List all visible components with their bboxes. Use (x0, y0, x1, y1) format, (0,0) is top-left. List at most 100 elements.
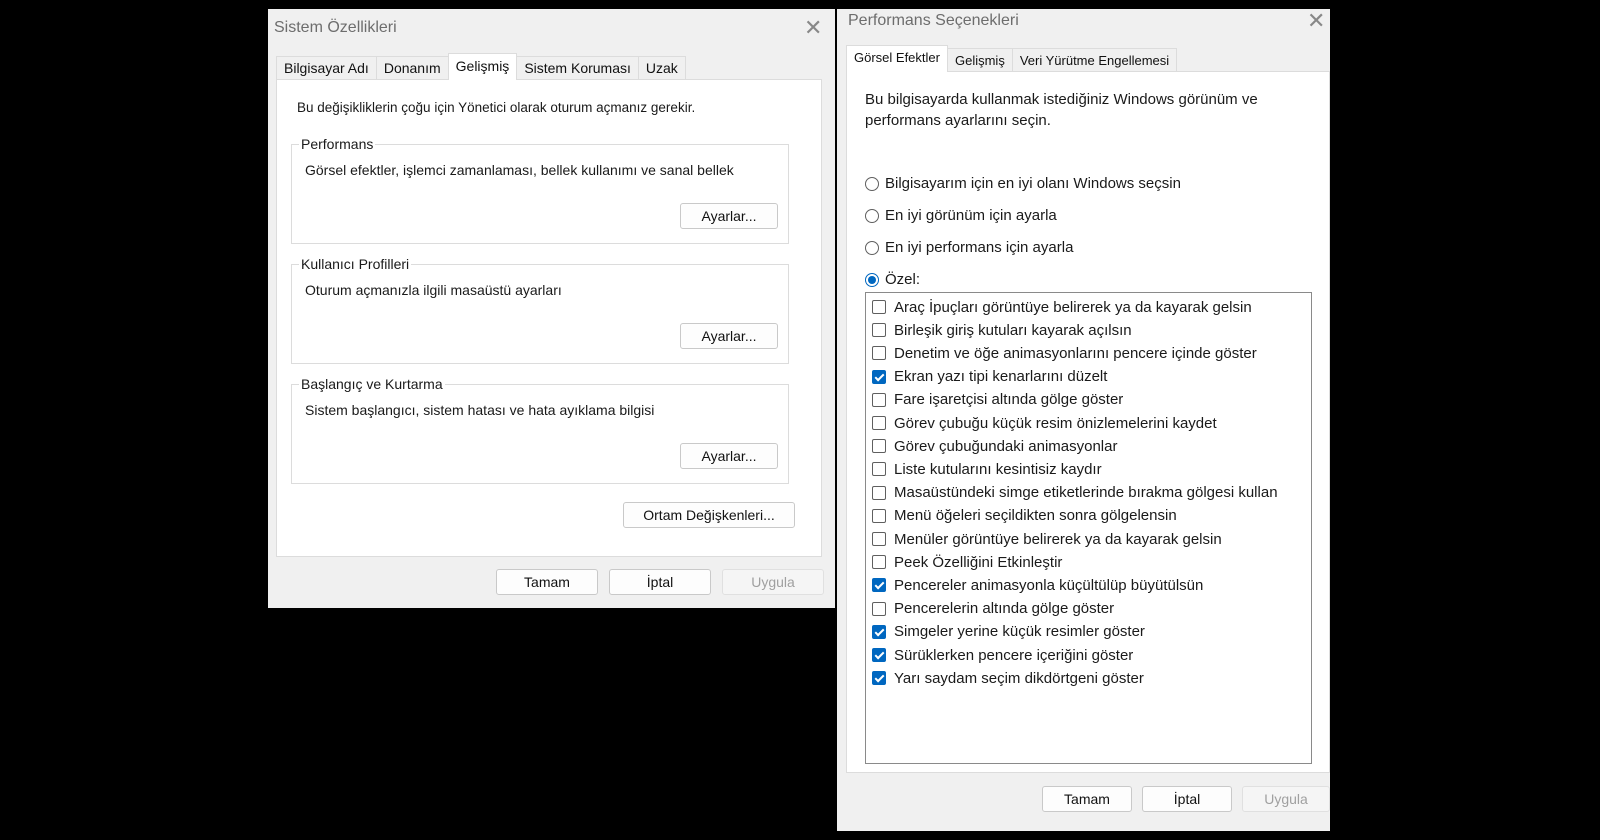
radio-option[interactable]: Bilgisayarım için en iyi olanı Windows s… (865, 175, 1181, 192)
list-item[interactable]: Yarı saydam seçim dikdörtgeni göster (872, 668, 1144, 688)
checkbox-icon[interactable] (872, 416, 886, 430)
startup-recovery-settings-button[interactable]: Ayarlar... (680, 443, 778, 469)
list-item[interactable]: Görev çubuğu küçük resim önizlemelerini … (872, 413, 1217, 433)
intro-text: Bu bilgisayarda kullanmak istediğiniz Wi… (865, 91, 1258, 129)
checkbox-icon[interactable] (872, 369, 886, 384)
list-item[interactable]: Ekran yazı tipi kenarlarını düzelt (872, 367, 1107, 387)
ok-button[interactable]: Tamam (496, 569, 598, 595)
checkbox-icon[interactable] (872, 532, 886, 546)
option-label: Simgeler yerine küçük resimler göster (894, 623, 1145, 641)
list-item[interactable]: Fare işaretçisi altında gölge göster (872, 390, 1123, 410)
cancel-button[interactable]: İptal (609, 569, 711, 595)
checkbox-icon[interactable] (872, 508, 886, 523)
tab-remote[interactable]: Uzak (637, 56, 686, 80)
option-label: Araç İpuçları görüntüye belirerek ya da … (894, 298, 1252, 316)
radio-icon[interactable] (865, 240, 879, 255)
visual-effects-list[interactable]: Araç İpuçları görüntüye belirerek ya da … (865, 292, 1312, 764)
checkbox-icon[interactable] (872, 392, 886, 407)
cancel-button[interactable]: İptal (1142, 786, 1232, 812)
checkbox-icon[interactable] (872, 648, 886, 662)
list-item[interactable]: Menüler görüntüye belirerek ya da kayara… (872, 529, 1222, 549)
window-title: Performans Seçenekleri (848, 12, 1019, 29)
list-item[interactable]: Menü öğeleri seçildikten sonra gölgelens… (872, 506, 1177, 526)
group-label: Kullanıcı Profilleri (299, 256, 412, 272)
performance-settings-button[interactable]: Ayarlar... (680, 203, 778, 229)
option-label: Yarı saydam seçim dikdörtgeni göster (894, 669, 1144, 687)
group-label: Performans (299, 136, 376, 152)
checkbox-icon[interactable] (872, 346, 886, 361)
checkbox-icon[interactable] (872, 485, 886, 500)
checkbox-icon[interactable] (872, 601, 886, 616)
list-item[interactable]: Masaüstündeki simge etiketlerinde bırakm… (872, 483, 1278, 503)
user-profiles-settings-button[interactable]: Ayarlar... (680, 323, 778, 349)
tab-advanced[interactable]: Gelişmiş (447, 53, 518, 80)
group-description: Sistem başlangıcı, sistem hatası ve hata… (305, 402, 655, 418)
radio-icon[interactable] (865, 208, 879, 223)
checkbox-icon[interactable] (872, 462, 886, 477)
list-item[interactable]: Araç İpuçları görüntüye belirerek ya da … (872, 297, 1252, 317)
option-label: Pencereler animasyonla küçültülüp büyütü… (894, 576, 1204, 594)
startup-recovery-group: Başlangıç ve Kurtarma Sistem başlangıcı,… (291, 376, 789, 484)
option-label: Menü öğeleri seçildikten sonra gölgelens… (894, 507, 1177, 525)
checkbox-icon[interactable] (872, 624, 886, 639)
apply-button[interactable]: Uygula (722, 569, 824, 595)
system-properties-window: Sistem Özellikleri ✕ Bilgisayar Adı Dona… (268, 9, 835, 608)
checkbox-icon[interactable] (872, 323, 886, 338)
radio-icon[interactable] (865, 176, 879, 191)
checkbox-icon[interactable] (872, 671, 886, 686)
checkbox-icon[interactable] (872, 439, 886, 454)
tab-hardware[interactable]: Donanım (375, 56, 449, 80)
option-label: Menüler görüntüye belirerek ya da kayara… (894, 530, 1222, 548)
group-description: Oturum açmanızla ilgili masaüstü ayarlar… (305, 282, 562, 298)
option-label: Denetim ve öğe animasyonlarını pencere i… (894, 344, 1257, 362)
radio-option[interactable]: Özel: (865, 271, 920, 288)
tab-system-protection[interactable]: Sistem Koruması (516, 56, 639, 80)
radio-label: Bilgisayarım için en iyi olanı Windows s… (885, 175, 1181, 192)
radio-label: En iyi görünüm için ayarla (885, 207, 1057, 224)
radio-label: Özel: (885, 271, 921, 288)
list-item[interactable]: Liste kutularını kesintisiz kaydır (872, 459, 1102, 479)
list-item[interactable]: Birleşik giriş kutuları kayarak açılsın (872, 320, 1132, 340)
radio-label: En iyi performans için ayarla (885, 239, 1074, 256)
radio-option[interactable]: En iyi performans için ayarla (865, 239, 1073, 256)
option-label: Ekran yazı tipi kenarlarını düzelt (894, 368, 1108, 386)
radio-icon[interactable] (865, 272, 879, 287)
close-icon[interactable]: ✕ (1307, 10, 1325, 32)
option-label: Görev çubuğundaki animasyonlar (894, 437, 1118, 455)
visual-effects-panel: Bu bilgisayarda kullanmak istediğiniz Wi… (846, 71, 1330, 773)
ok-button[interactable]: Tamam (1042, 786, 1132, 812)
environment-variables-button[interactable]: Ortam Değişkenleri... (623, 502, 795, 528)
user-profiles-group: Kullanıcı Profilleri Oturum açmanızla il… (291, 256, 789, 364)
list-item[interactable]: Pencereler animasyonla küçültülüp büyütü… (872, 575, 1203, 595)
performance-options-window: Performans Seçenekleri ✕ Görsel Efektler… (837, 9, 1330, 831)
tab-advanced[interactable]: Gelişmiş (946, 48, 1013, 72)
tab-data-execution-prevention[interactable]: Veri Yürütme Engellemesi (1011, 48, 1178, 72)
list-item[interactable]: Görev çubuğundaki animasyonlar (872, 436, 1117, 456)
checkbox-icon[interactable] (872, 555, 886, 570)
group-label: Başlangıç ve Kurtarma (299, 376, 445, 392)
advanced-tab-panel: Bu değişikliklerin çoğu için Yönetici ol… (276, 79, 822, 557)
performance-group: Performans Görsel efektler, işlemci zama… (291, 136, 789, 244)
close-icon[interactable]: ✕ (804, 17, 822, 39)
list-item[interactable]: Peek Özelliğini Etkinleştir (872, 552, 1062, 572)
list-item[interactable]: Simgeler yerine küçük resimler göster (872, 622, 1145, 642)
checkbox-icon[interactable] (872, 300, 886, 314)
tab-visual-effects[interactable]: Görsel Efektler (846, 45, 948, 72)
option-label: Peek Özelliğini Etkinleştir (894, 553, 1063, 571)
window-title: Sistem Özellikleri (274, 19, 397, 36)
radio-option[interactable]: En iyi görünüm için ayarla (865, 207, 1057, 224)
option-label: Görev çubuğu küçük resim önizlemelerini … (894, 414, 1217, 432)
option-label: Fare işaretçisi altında gölge göster (894, 391, 1124, 409)
checkbox-icon[interactable] (872, 578, 886, 593)
option-label: Sürüklerken pencere içeriğini göster (894, 646, 1134, 664)
apply-button[interactable]: Uygula (1242, 786, 1330, 812)
option-label: Liste kutularını kesintisiz kaydır (894, 460, 1102, 478)
admin-notice: Bu değişikliklerin çoğu için Yönetici ol… (297, 100, 696, 115)
list-item[interactable]: Pencerelerin altında gölge göster (872, 599, 1114, 619)
list-item[interactable]: Sürüklerken pencere içeriğini göster (872, 645, 1133, 665)
tab-computer-name[interactable]: Bilgisayar Adı (276, 56, 377, 80)
group-description: Görsel efektler, işlemci zamanlaması, be… (305, 162, 734, 178)
option-label: Pencerelerin altında gölge göster (894, 600, 1115, 618)
list-item[interactable]: Denetim ve öğe animasyonlarını pencere i… (872, 343, 1257, 363)
option-label: Masaüstündeki simge etiketlerinde bırakm… (894, 484, 1278, 502)
